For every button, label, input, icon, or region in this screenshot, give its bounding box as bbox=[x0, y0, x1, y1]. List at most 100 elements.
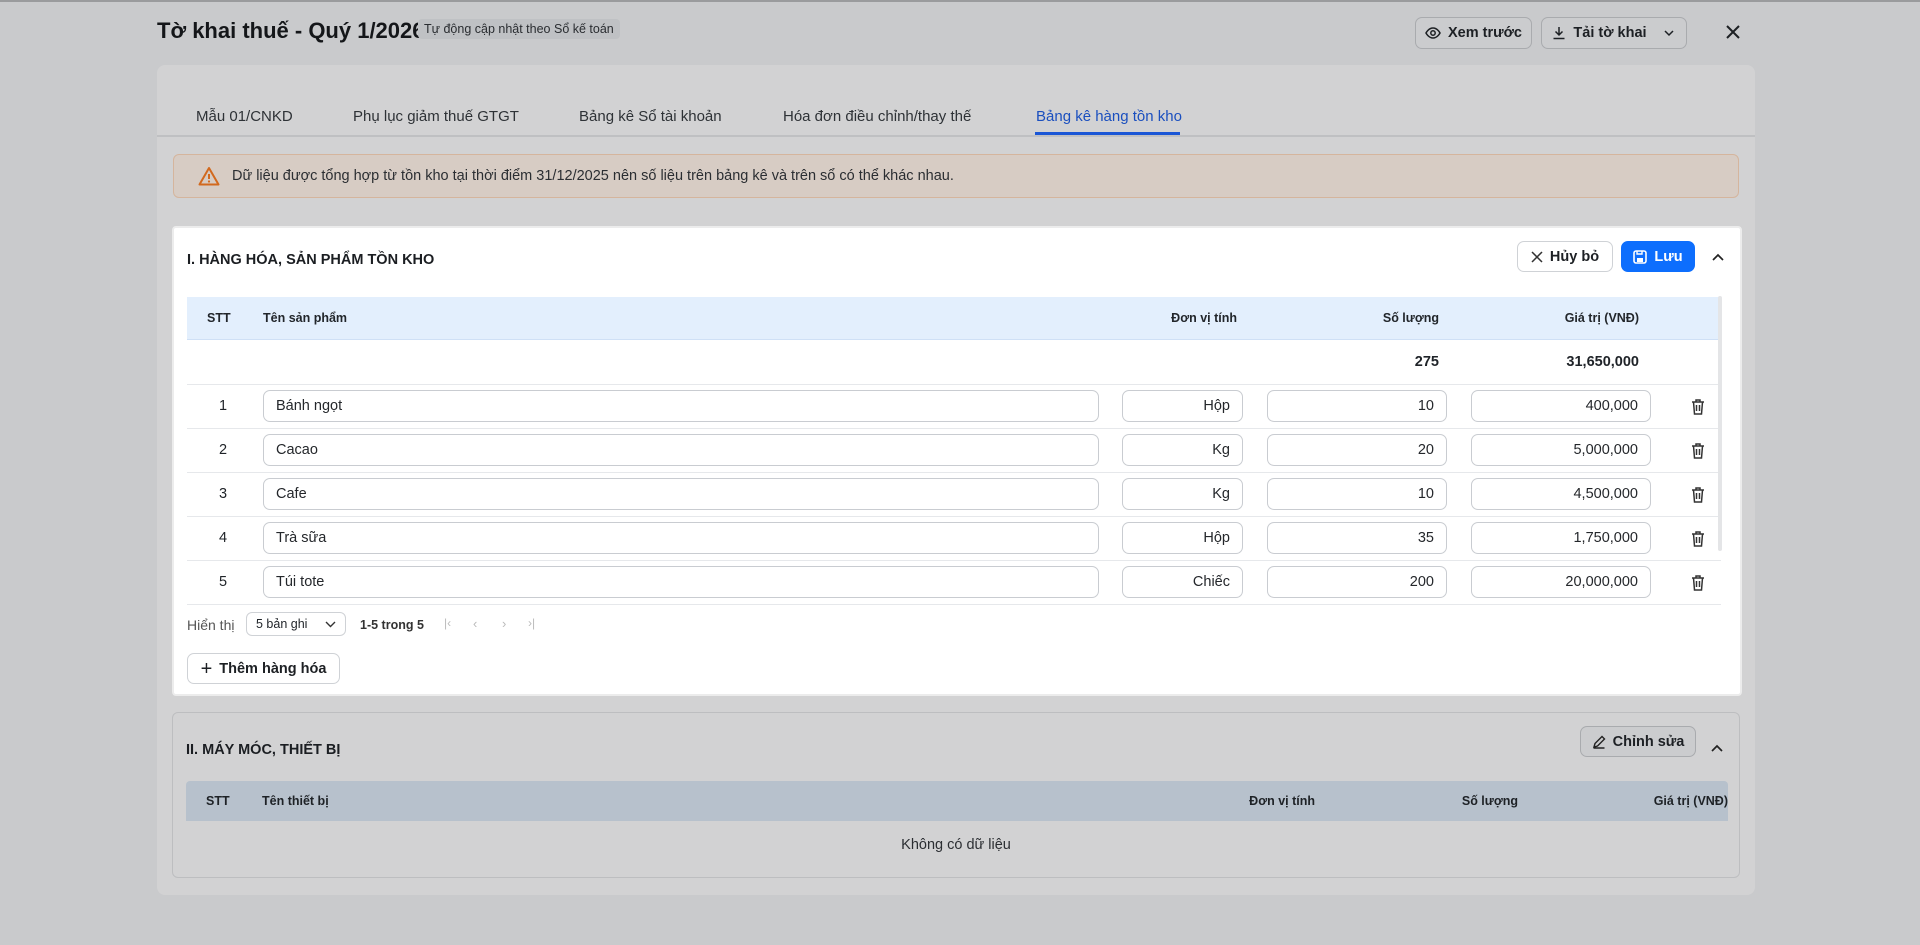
auto-update-badge: Tự động cập nhật theo Sổ kế toán bbox=[418, 19, 620, 39]
row-stt: 4 bbox=[218, 530, 228, 546]
col-stt: STT bbox=[207, 311, 231, 325]
section-inventory: I. HÀNG HÓA, SẢN PHẨM TỒN KHO Hủy bỏ Lưu… bbox=[172, 226, 1742, 696]
save-label: Lưu bbox=[1654, 248, 1683, 265]
table-header: STT Tên thiết bị Đơn vị tính Số lượng Gi… bbox=[186, 781, 1728, 821]
tab-divider bbox=[157, 135, 1755, 137]
total-qty: 275 bbox=[1414, 354, 1439, 370]
tab-bang-ke-hang-ton-kho[interactable]: Bảng kê hàng tồn kho bbox=[1036, 108, 1182, 125]
preview-label: Xem trước bbox=[1447, 25, 1522, 41]
col-name: Tên sản phẩm bbox=[263, 311, 348, 325]
value-input[interactable]: 400,000 bbox=[1471, 390, 1651, 422]
unit-input[interactable]: Kg bbox=[1122, 478, 1243, 510]
table-row: 5 Túi tote Chiếc 200 20,000,000 bbox=[187, 560, 1721, 604]
eye-icon bbox=[1425, 27, 1441, 39]
warning-text: Dữ liệu được tổng hợp từ tồn kho tại thờ… bbox=[232, 168, 954, 184]
tab-hoa-don[interactable]: Hóa đơn điều chỉnh/thay thế bbox=[783, 108, 971, 125]
row-stt: 5 bbox=[218, 574, 228, 590]
product-name-input[interactable]: Trà sữa bbox=[263, 522, 1099, 554]
last-page-icon[interactable]: ›| bbox=[528, 616, 535, 630]
section-equipment: II. MÁY MÓC, THIẾT BỊ Chỉnh sửa STT Tên … bbox=[172, 712, 1740, 878]
plus-icon: + bbox=[200, 657, 213, 680]
total-value: 31,650,000 bbox=[1566, 354, 1639, 370]
quantity-input[interactable]: 200 bbox=[1267, 566, 1447, 598]
trash-icon[interactable] bbox=[1690, 574, 1706, 592]
preview-button[interactable]: Xem trước bbox=[1415, 17, 1532, 49]
col-stt: STT bbox=[206, 794, 230, 808]
download-icon bbox=[1553, 27, 1565, 40]
page-size-value: 5 bản ghi bbox=[256, 617, 308, 631]
tab-bang-ke-so-tai-khoan[interactable]: Bảng kê Sổ tài khoản bbox=[579, 108, 722, 125]
table-header: STT Tên sản phẩm Đơn vị tính Số lượng Gi… bbox=[187, 297, 1721, 340]
page-size-select[interactable]: 5 bản ghi bbox=[246, 612, 346, 636]
col-value: Giá trị (VNĐ) bbox=[1564, 311, 1639, 325]
table-row: 3 Cafe Kg 10 4,500,000 bbox=[187, 472, 1721, 516]
page-title: Tờ khai thuế - Quý 1/2026 bbox=[157, 18, 425, 43]
prev-page-icon[interactable]: ‹ bbox=[473, 616, 477, 631]
download-button[interactable]: Tải tờ khai bbox=[1541, 17, 1687, 49]
col-unit: Đơn vị tính bbox=[1171, 311, 1237, 325]
pencil-icon bbox=[1592, 735, 1606, 749]
page-size-label: Hiển thị bbox=[187, 617, 235, 633]
product-name-input[interactable]: Cafe bbox=[263, 478, 1099, 510]
row-stt: 3 bbox=[218, 486, 228, 502]
cancel-label: Hủy bỏ bbox=[1549, 248, 1600, 265]
col-qty: Số lượng bbox=[1382, 311, 1439, 325]
col-name: Tên thiết bị bbox=[262, 794, 329, 808]
product-name-input[interactable]: Túi tote bbox=[263, 566, 1099, 598]
quantity-input[interactable]: 35 bbox=[1267, 522, 1447, 554]
product-name-input[interactable]: Cacao bbox=[263, 434, 1099, 466]
unit-input[interactable]: Hộp bbox=[1122, 522, 1243, 554]
table-row: 2 Cacao Kg 20 5,000,000 bbox=[187, 428, 1721, 472]
table-scrollbar[interactable] bbox=[1718, 296, 1722, 551]
table-row: 1 Bánh ngọt Hộp 10 400,000 bbox=[187, 384, 1721, 428]
active-tab-indicator bbox=[1035, 132, 1180, 135]
add-item-button[interactable]: + Thêm hàng hóa bbox=[187, 653, 340, 684]
chevron-up-icon[interactable] bbox=[1711, 251, 1725, 263]
col-value: Giá trị (VNĐ) bbox=[1653, 794, 1728, 808]
table-bottom-border bbox=[187, 604, 1721, 605]
trash-icon[interactable] bbox=[1690, 442, 1706, 460]
totals-row: 275 31,650,000 bbox=[187, 340, 1721, 384]
download-label: Tải tờ khai bbox=[1573, 25, 1647, 41]
value-input[interactable]: 20,000,000 bbox=[1471, 566, 1651, 598]
tab-mau-01[interactable]: Mẫu 01/CNKD bbox=[196, 108, 293, 125]
warning-banner: Dữ liệu được tổng hợp từ tồn kho tại thờ… bbox=[173, 154, 1739, 198]
save-button[interactable]: Lưu bbox=[1621, 241, 1695, 272]
col-qty: Số lượng bbox=[1461, 794, 1518, 808]
row-stt: 1 bbox=[218, 398, 228, 414]
add-item-label: Thêm hàng hóa bbox=[219, 660, 327, 677]
chevron-up-icon[interactable] bbox=[1710, 742, 1724, 754]
close-icon[interactable] bbox=[1725, 24, 1741, 40]
next-page-icon[interactable]: › bbox=[502, 616, 506, 631]
cancel-button[interactable]: Hủy bỏ bbox=[1517, 241, 1613, 272]
unit-input[interactable]: Hộp bbox=[1122, 390, 1243, 422]
section-title: I. HÀNG HÓA, SẢN PHẨM TỒN KHO bbox=[187, 252, 435, 268]
trash-icon[interactable] bbox=[1690, 530, 1706, 548]
warning-icon bbox=[198, 167, 220, 186]
chevron-down-icon bbox=[325, 621, 336, 628]
chevron-down-icon bbox=[1664, 30, 1674, 37]
product-name-input[interactable]: Bánh ngọt bbox=[263, 390, 1099, 422]
table-row: 4 Trà sữa Hộp 35 1,750,000 bbox=[187, 516, 1721, 560]
col-unit: Đơn vị tính bbox=[1249, 794, 1315, 808]
unit-input[interactable]: Chiếc bbox=[1122, 566, 1243, 598]
page-range: 1-5 trong 5 bbox=[360, 618, 424, 632]
quantity-input[interactable]: 20 bbox=[1267, 434, 1447, 466]
edit-label: Chỉnh sửa bbox=[1612, 733, 1685, 750]
value-input[interactable]: 1,750,000 bbox=[1471, 522, 1651, 554]
value-input[interactable]: 5,000,000 bbox=[1471, 434, 1651, 466]
tab-phu-luc[interactable]: Phụ lục giảm thuế GTGT bbox=[353, 108, 519, 125]
quantity-input[interactable]: 10 bbox=[1267, 478, 1447, 510]
first-page-icon[interactable]: |‹ bbox=[444, 616, 451, 630]
trash-icon[interactable] bbox=[1690, 486, 1706, 504]
top-border bbox=[0, 0, 1920, 2]
row-stt: 2 bbox=[218, 442, 228, 458]
quantity-input[interactable]: 10 bbox=[1267, 390, 1447, 422]
unit-input[interactable]: Kg bbox=[1122, 434, 1243, 466]
value-input[interactable]: 4,500,000 bbox=[1471, 478, 1651, 510]
trash-icon[interactable] bbox=[1690, 398, 1706, 416]
close-icon bbox=[1531, 250, 1543, 263]
save-icon bbox=[1633, 249, 1648, 264]
edit-button[interactable]: Chỉnh sửa bbox=[1580, 726, 1696, 757]
empty-message: Không có dữ liệu bbox=[901, 837, 1011, 853]
